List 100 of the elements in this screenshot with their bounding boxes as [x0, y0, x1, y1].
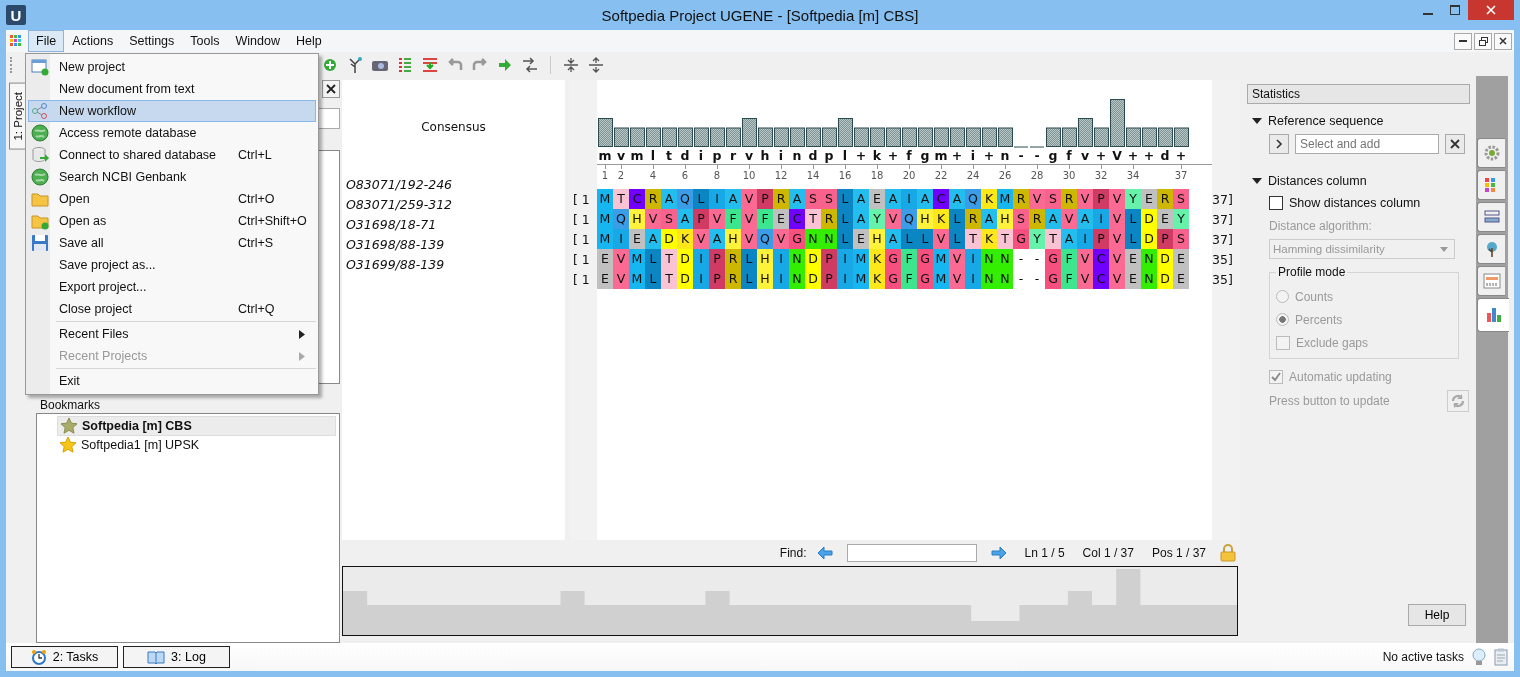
residue-cell[interactable]: N: [981, 249, 997, 269]
residue-cell[interactable]: N: [789, 269, 805, 289]
clipboard-icon[interactable]: [1494, 648, 1508, 666]
residue-cell[interactable]: V: [1109, 189, 1125, 209]
residue-cell[interactable]: V: [1077, 269, 1093, 289]
residue-cell[interactable]: E: [629, 229, 645, 249]
residue-cell[interactable]: A: [853, 209, 869, 229]
residue-cell[interactable]: F: [901, 249, 917, 269]
residue-cell[interactable]: A: [949, 189, 965, 209]
chevron-right-icon[interactable]: [1269, 134, 1289, 154]
residue-cell[interactable]: H: [917, 209, 933, 229]
residue-cell[interactable]: T: [1045, 229, 1061, 249]
residue-cell[interactable]: V: [645, 209, 661, 229]
menu-item[interactable]: Settings: [121, 30, 183, 52]
menu-item[interactable]: Actions: [64, 30, 122, 52]
residue-cell[interactable]: T: [661, 249, 677, 269]
residue-cell[interactable]: S: [1173, 189, 1189, 209]
residue-cell[interactable]: P: [1093, 229, 1109, 249]
residue-cell[interactable]: K: [869, 269, 885, 289]
residue-cell[interactable]: F: [1061, 249, 1077, 269]
grid-icon[interactable]: [1477, 266, 1505, 296]
residue-cell[interactable]: K: [869, 249, 885, 269]
align-down-icon[interactable]: [421, 56, 439, 74]
residue-cell[interactable]: H: [757, 249, 773, 269]
panel-tab[interactable]: 3: Log: [123, 646, 230, 668]
residue-cell[interactable]: E: [1125, 249, 1141, 269]
residue-cell[interactable]: A: [645, 229, 661, 249]
residue-cell[interactable]: H: [757, 269, 773, 289]
residue-cell[interactable]: L: [917, 229, 933, 249]
residue-cell[interactable]: V: [1109, 209, 1125, 229]
residue-cell[interactable]: D: [1141, 229, 1157, 249]
minimize-button[interactable]: [1454, 32, 1472, 50]
residue-cell[interactable]: R: [725, 249, 741, 269]
residue-cell[interactable]: G: [917, 249, 933, 269]
residue-cell[interactable]: V: [741, 209, 757, 229]
residue-cell[interactable]: A: [853, 189, 869, 209]
lightbulb-icon[interactable]: [1472, 648, 1486, 666]
menu-item[interactable]: Close project Ctrl+Q: [28, 298, 316, 320]
residue-cell[interactable]: D: [1141, 209, 1157, 229]
residue-cell[interactable]: H: [869, 229, 885, 249]
residue-cell[interactable]: A: [709, 229, 725, 249]
residue-cell[interactable]: I: [837, 249, 853, 269]
arrow-left-icon[interactable]: [816, 546, 833, 560]
residue-cell[interactable]: M: [853, 249, 869, 269]
menu-item[interactable]: Open as Ctrl+Shift+O: [28, 210, 316, 232]
residue-cell[interactable]: P: [1157, 229, 1173, 249]
collapse-arrow-icon[interactable]: [1252, 117, 1262, 125]
residue-cell[interactable]: V: [1029, 189, 1045, 209]
menu-item[interactable]: Export project...: [28, 276, 316, 298]
residue-cell[interactable]: R: [821, 209, 837, 229]
residue-cell[interactable]: S: [1173, 229, 1189, 249]
residue-cell[interactable]: V: [613, 269, 629, 289]
residue-cell[interactable]: M: [629, 269, 645, 289]
residue-cell[interactable]: T: [965, 229, 981, 249]
residue-cell[interactable]: L: [741, 249, 757, 269]
residue-cell[interactable]: R: [1061, 189, 1077, 209]
residue-cell[interactable]: R: [1013, 189, 1029, 209]
menu-item[interactable]: New document from text: [28, 78, 316, 100]
residue-cell[interactable]: S: [821, 189, 837, 209]
residue-cell[interactable]: L: [1125, 209, 1141, 229]
residue-cell[interactable]: L: [949, 209, 965, 229]
residue-cell[interactable]: V: [1077, 189, 1093, 209]
residue-cell[interactable]: Y: [1029, 229, 1045, 249]
residue-cell[interactable]: E: [1173, 249, 1189, 269]
residue-cell[interactable]: N: [981, 269, 997, 289]
residue-cell[interactable]: S: [805, 189, 821, 209]
residue-cell[interactable]: D: [1157, 249, 1173, 269]
residue-cell[interactable]: V: [773, 229, 789, 249]
residue-cell[interactable]: T: [805, 209, 821, 229]
residue-cell[interactable]: N: [997, 269, 1013, 289]
residue-cell[interactable]: M: [597, 229, 613, 249]
clear-button[interactable]: [1445, 134, 1465, 154]
arrow-right-icon[interactable]: [990, 546, 1007, 560]
residue-cell[interactable]: V: [949, 249, 965, 269]
residue-cell[interactable]: H: [997, 209, 1013, 229]
residue-cell[interactable]: V: [1109, 229, 1125, 249]
residue-cell[interactable]: N: [1141, 249, 1157, 269]
residue-cell[interactable]: I: [1077, 229, 1093, 249]
residue-cell[interactable]: H: [725, 229, 741, 249]
residue-cell[interactable]: I: [773, 249, 789, 269]
residue-cell[interactable]: N: [821, 229, 837, 249]
residue-cell[interactable]: R: [1157, 189, 1173, 209]
menu-item[interactable]: Window: [227, 30, 288, 52]
lock-icon[interactable]: [1220, 544, 1236, 562]
residue-cell[interactable]: Q: [677, 189, 693, 209]
residue-cell[interactable]: M: [597, 189, 613, 209]
residue-cell[interactable]: L: [1125, 229, 1141, 249]
menu-item[interactable]: File: [28, 30, 65, 52]
residue-cell[interactable]: G: [1013, 229, 1029, 249]
residue-cell[interactable]: I: [773, 269, 789, 289]
residue-cell[interactable]: E: [773, 209, 789, 229]
residue-cell[interactable]: I: [837, 269, 853, 289]
residue-cell[interactable]: G: [789, 229, 805, 249]
residue-cell[interactable]: T: [997, 229, 1013, 249]
residue-cell[interactable]: L: [837, 229, 853, 249]
residue-cell[interactable]: N: [789, 249, 805, 269]
residue-cell[interactable]: L: [837, 209, 853, 229]
residue-cell[interactable]: L: [901, 229, 917, 249]
residue-cell[interactable]: A: [789, 189, 805, 209]
residue-cell[interactable]: G: [885, 269, 901, 289]
